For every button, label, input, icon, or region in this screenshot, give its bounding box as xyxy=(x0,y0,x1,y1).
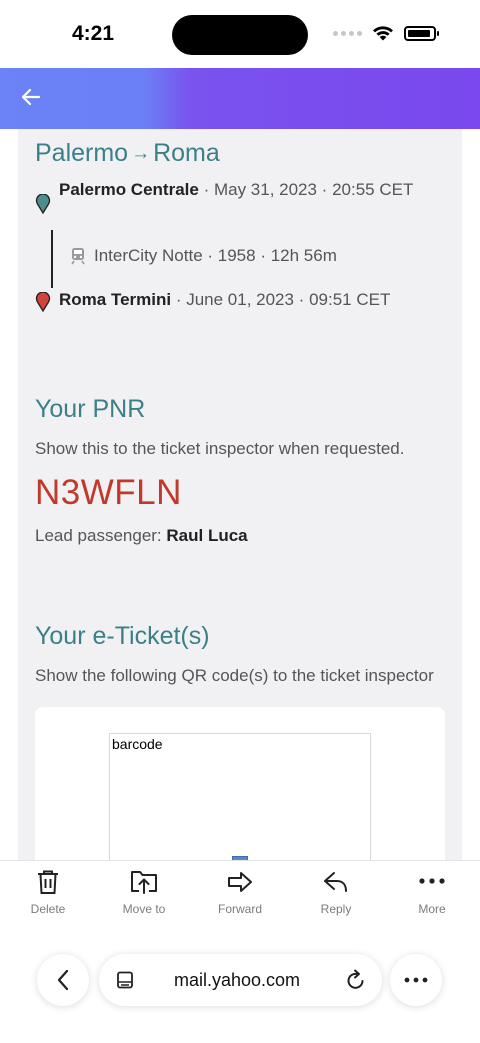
arrival-details: · June 01, 2023 · 09:51 CET xyxy=(171,290,391,309)
reply-button[interactable]: Reply xyxy=(288,861,384,930)
lead-passenger-name: Raul Luca xyxy=(166,526,248,545)
more-label: More xyxy=(418,902,446,916)
arrival-pin-icon xyxy=(35,292,51,312)
train-icon xyxy=(71,248,85,265)
pnr-instruction: Show this to the ticket inspector when r… xyxy=(35,439,405,458)
reply-arrow-icon xyxy=(324,872,347,892)
move-folder-icon xyxy=(131,871,157,894)
email-body: Palermo → Roma Palermo Centrale · May 31, … xyxy=(18,129,462,861)
dynamic-island xyxy=(172,15,308,55)
separator: · xyxy=(202,246,218,265)
status-icons xyxy=(333,25,439,41)
back-arrow-icon[interactable] xyxy=(20,86,42,108)
destination-city: Roma xyxy=(153,139,220,167)
lead-passenger: Lead passenger: Raul Luca xyxy=(35,526,248,546)
route-line xyxy=(51,230,53,288)
page-menu-icon xyxy=(117,971,133,989)
wifi-icon xyxy=(373,26,393,41)
departure-details: · May 31, 2023 · 20:55 CET xyxy=(198,180,414,199)
delete-button[interactable]: Delete xyxy=(0,861,96,930)
forward-button[interactable]: Forward xyxy=(192,861,288,930)
battery-icon xyxy=(404,25,439,41)
train-number: 1958 xyxy=(217,246,256,265)
browser-more-button[interactable] xyxy=(390,954,442,1006)
barcode-image: barcode xyxy=(109,733,371,861)
departure-stop: Palermo Centrale · May 31, 2023 · 20:55 … xyxy=(35,177,455,214)
train-service: InterCity Notte xyxy=(94,246,203,265)
forward-label: Forward xyxy=(217,902,262,916)
barcode-alt-text: barcode xyxy=(112,736,163,752)
separator: · xyxy=(255,246,271,265)
pnr-code: N3WFLN xyxy=(35,473,182,512)
forward-arrow-icon xyxy=(228,872,252,892)
route-title: Palermo → Roma xyxy=(35,139,220,168)
signal-icon xyxy=(333,30,362,36)
arrival-station: Roma Termini xyxy=(59,290,172,309)
status-bar: 4:21 xyxy=(0,0,480,68)
browser-back-button[interactable] xyxy=(37,954,89,1006)
address-bar[interactable]: mail.yahoo.com xyxy=(99,954,382,1006)
route-arrow: → xyxy=(131,143,151,164)
move-to-button[interactable]: Move to xyxy=(96,861,192,930)
move-to-label: Move to xyxy=(122,902,166,916)
browser-bar: mail.yahoo.com xyxy=(0,930,480,1043)
train-info: InterCity Notte · 1958 · 12h 56m xyxy=(70,246,337,266)
trash-icon xyxy=(38,870,58,894)
ticket-card: barcode xyxy=(35,707,445,861)
pnr-heading: Your PNR xyxy=(35,395,146,423)
chevron-left-icon xyxy=(57,969,69,991)
url-text: mail.yahoo.com xyxy=(174,970,301,990)
departure-pin-icon xyxy=(35,194,51,214)
reload-icon[interactable] xyxy=(346,969,366,991)
lead-passenger-label: Lead passenger: xyxy=(35,526,167,545)
origin-city: Palermo xyxy=(35,139,129,167)
train-duration: 12h 56m xyxy=(270,246,337,265)
status-time: 4:21 xyxy=(72,22,115,45)
mail-toolbar: Delete Move to Forward Reply More xyxy=(0,860,480,930)
eticket-heading: Your e-Ticket(s) xyxy=(35,622,210,650)
departure-station: Palermo Centrale xyxy=(59,180,199,199)
eticket-instruction: Show the following QR code(s) to the tic… xyxy=(35,666,434,685)
more-dots-icon xyxy=(404,977,428,983)
message-header xyxy=(0,68,480,129)
arrival-stop: Roma Termini · June 01, 2023 · 09:51 CET xyxy=(35,287,455,313)
delete-label: Delete xyxy=(30,902,66,916)
more-dots-icon xyxy=(419,878,445,884)
reply-label: Reply xyxy=(320,902,352,916)
more-button[interactable]: More xyxy=(384,861,480,930)
